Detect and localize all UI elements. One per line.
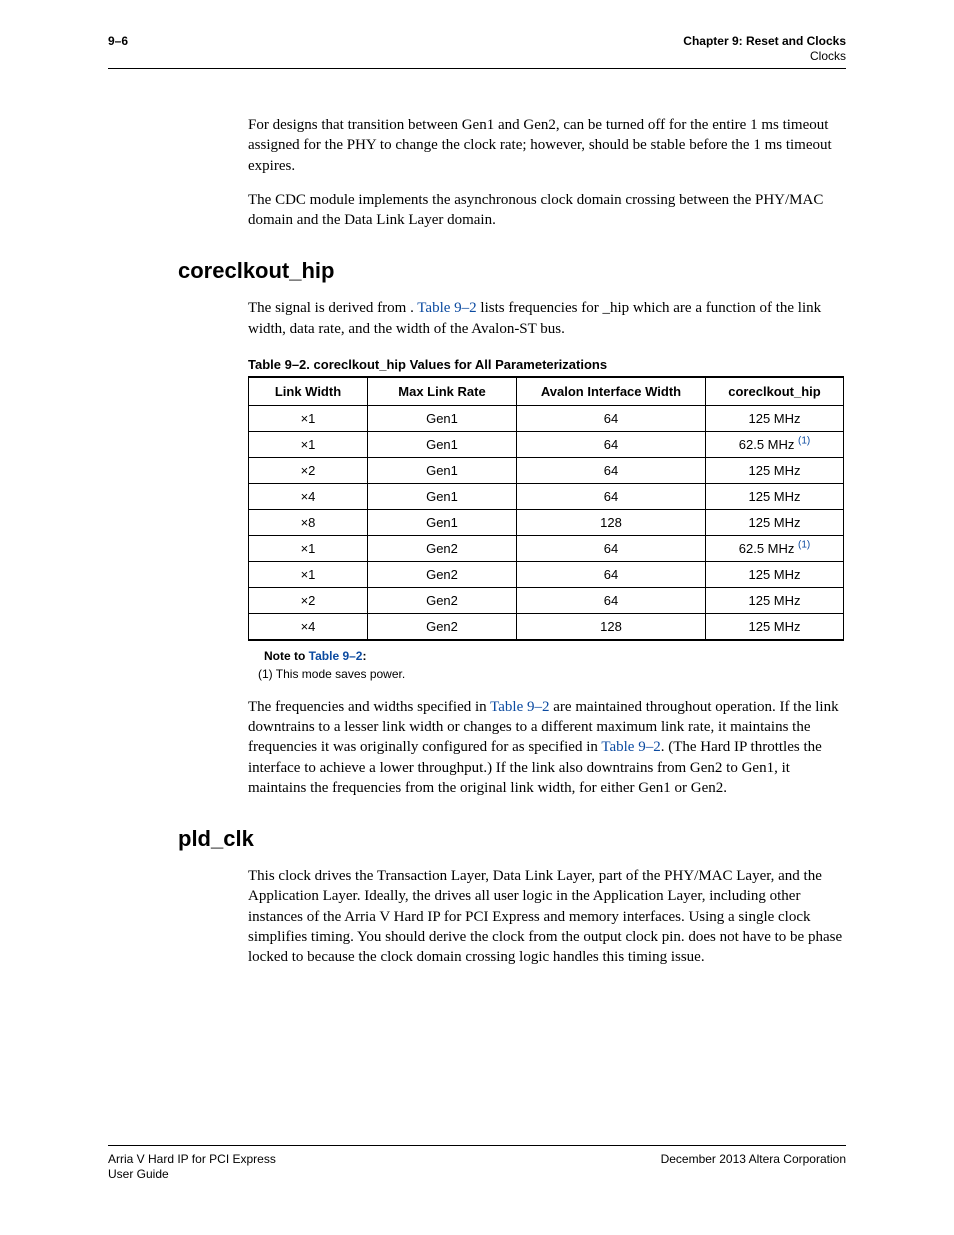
text: The CDC module implements the asynchrono… (248, 192, 823, 208)
table-cell: ×1 (249, 405, 368, 431)
table-cell: 125 MHz (706, 405, 844, 431)
text: Note to (264, 649, 309, 663)
text: lists frequencies for (477, 300, 603, 316)
table-row: ×2Gen264125 MHz (249, 587, 844, 613)
table-cell: 64 (517, 561, 706, 587)
table-cell: ×1 (249, 561, 368, 587)
table-row: ×4Gen164125 MHz (249, 483, 844, 509)
footnote-ref-link[interactable]: (1) (798, 435, 810, 446)
table-cell: Gen1 (368, 457, 517, 483)
footer-left: Arria V Hard IP for PCI Express User Gui… (108, 1152, 276, 1183)
table-cell: Gen1 (368, 483, 517, 509)
table-ref-link[interactable]: Table 9–2 (417, 300, 476, 316)
table-cell: 64 (517, 587, 706, 613)
paragraph: For designs that transition between Gen1… (248, 115, 846, 176)
table-cell: 64 (517, 483, 706, 509)
table-cell: Gen2 (368, 535, 517, 561)
paragraph: The frequencies and widths specified in … (248, 697, 846, 798)
header-chapter: Chapter 9: Reset and Clocks (683, 34, 846, 49)
table-cell: Gen2 (368, 587, 517, 613)
table-row: ×2Gen164125 MHz (249, 457, 844, 483)
table-cell: 125 MHz (706, 613, 844, 640)
text: clock from the (492, 929, 583, 945)
coreclkout-hip-table: Link Width Max Link Rate Avalon Interfac… (248, 376, 844, 641)
paragraph: The CDC module implements the asynchrono… (248, 190, 846, 231)
table-cell: 64 (517, 431, 706, 457)
table-note-label: Note to Table 9–2: (264, 649, 846, 663)
table-row: ×8Gen1128125 MHz (249, 509, 844, 535)
text: : (362, 649, 366, 663)
table-cell: 125 MHz (706, 587, 844, 613)
col-link-width: Link Width (249, 377, 368, 406)
table-cell: 125 MHz (706, 457, 844, 483)
table-cell: ×4 (249, 613, 368, 640)
table-header-row: Link Width Max Link Rate Avalon Interfac… (249, 377, 844, 406)
paragraph: This clock drives the Transaction Layer,… (248, 866, 846, 967)
table-footnote-1: (1) This mode saves power. (258, 667, 846, 681)
header-rule (108, 68, 846, 69)
page-header: 9–6 Chapter 9: Reset and Clocks Clocks (108, 34, 846, 64)
table-cell: 64 (517, 535, 706, 561)
table-caption: Table 9–2. coreclkout_hip Values for All… (248, 357, 846, 372)
table-cell: 64 (517, 457, 706, 483)
table-cell: 128 (517, 613, 706, 640)
table-cell: ×4 (249, 483, 368, 509)
body-column: This clock drives the Transaction Layer,… (248, 866, 846, 967)
page-footer: Arria V Hard IP for PCI Express User Gui… (108, 1145, 846, 1183)
table-ref-link[interactable]: Table 9–2 (309, 649, 363, 663)
table-cell: ×8 (249, 509, 368, 535)
col-coreclkout: coreclkout_hip (706, 377, 844, 406)
table-row: ×1Gen264125 MHz (249, 561, 844, 587)
table-ref-link[interactable]: Table 9–2 (490, 699, 549, 715)
doc-title: Arria V Hard IP for PCI Express (108, 1152, 276, 1168)
table-cell: 64 (517, 405, 706, 431)
text: The (248, 300, 275, 316)
footnote-ref-link[interactable]: (1) (798, 539, 810, 550)
footer-right: December 2013 Altera Corporation (661, 1152, 846, 1166)
table-cell: Gen2 (368, 613, 517, 640)
col-max-link-rate: Max Link Rate (368, 377, 517, 406)
table-cell: 125 MHz (706, 483, 844, 509)
table-cell: Gen1 (368, 509, 517, 535)
page-number: 9–6 (108, 34, 128, 48)
table-row: ×1Gen16462.5 MHz (1) (249, 431, 844, 457)
text: signal is derived from (275, 300, 410, 316)
table-caption-title: coreclkout_hip Values for All Parameteri… (310, 357, 607, 372)
table-cell: ×2 (249, 457, 368, 483)
body-column: For designs that transition between Gen1… (248, 115, 846, 230)
table-cell: ×2 (249, 587, 368, 613)
text: because the clock domain crossing logic … (307, 949, 704, 965)
header-right: Chapter 9: Reset and Clocks Clocks (683, 34, 846, 64)
text: output clock pin. (583, 929, 688, 945)
text: For designs that transition between Gen1… (248, 117, 563, 133)
header-subhead: Clocks (683, 49, 846, 64)
paragraph: The signal is derived from . Table 9–2 l… (248, 298, 846, 339)
table-cell: Gen2 (368, 561, 517, 587)
table-cell: 125 MHz (706, 561, 844, 587)
page: 9–6 Chapter 9: Reset and Clocks Clocks F… (0, 0, 954, 1235)
section-heading-coreclkout-hip: coreclkout_hip (178, 258, 846, 284)
text: domain and the Data Link Layer (248, 212, 447, 228)
text: domain. (447, 212, 496, 228)
col-avalon-width: Avalon Interface Width (517, 377, 706, 406)
doc-subtitle: User Guide (108, 1167, 276, 1183)
table-cell: 125 MHz (706, 509, 844, 535)
table-row: ×1Gen26462.5 MHz (1) (249, 535, 844, 561)
table-cell: Gen1 (368, 431, 517, 457)
table-caption-number: Table 9–2. (248, 357, 310, 372)
table-cell: 62.5 MHz (1) (706, 535, 844, 561)
table-ref-link[interactable]: Table 9–2 (601, 739, 660, 755)
table-cell: 128 (517, 509, 706, 535)
section-heading-pld-clk: pld_clk (178, 826, 846, 852)
footer-rule (108, 1145, 846, 1146)
table-cell: 62.5 MHz (1) (706, 431, 844, 457)
table-row: ×1Gen164125 MHz (249, 405, 844, 431)
table-cell: Gen1 (368, 405, 517, 431)
text: The frequencies and widths specified in (248, 699, 490, 715)
table-cell: ×1 (249, 431, 368, 457)
body-column: The signal is derived from . Table 9–2 l… (248, 298, 846, 798)
table-row: ×4Gen2128125 MHz (249, 613, 844, 640)
table-cell: ×1 (249, 535, 368, 561)
